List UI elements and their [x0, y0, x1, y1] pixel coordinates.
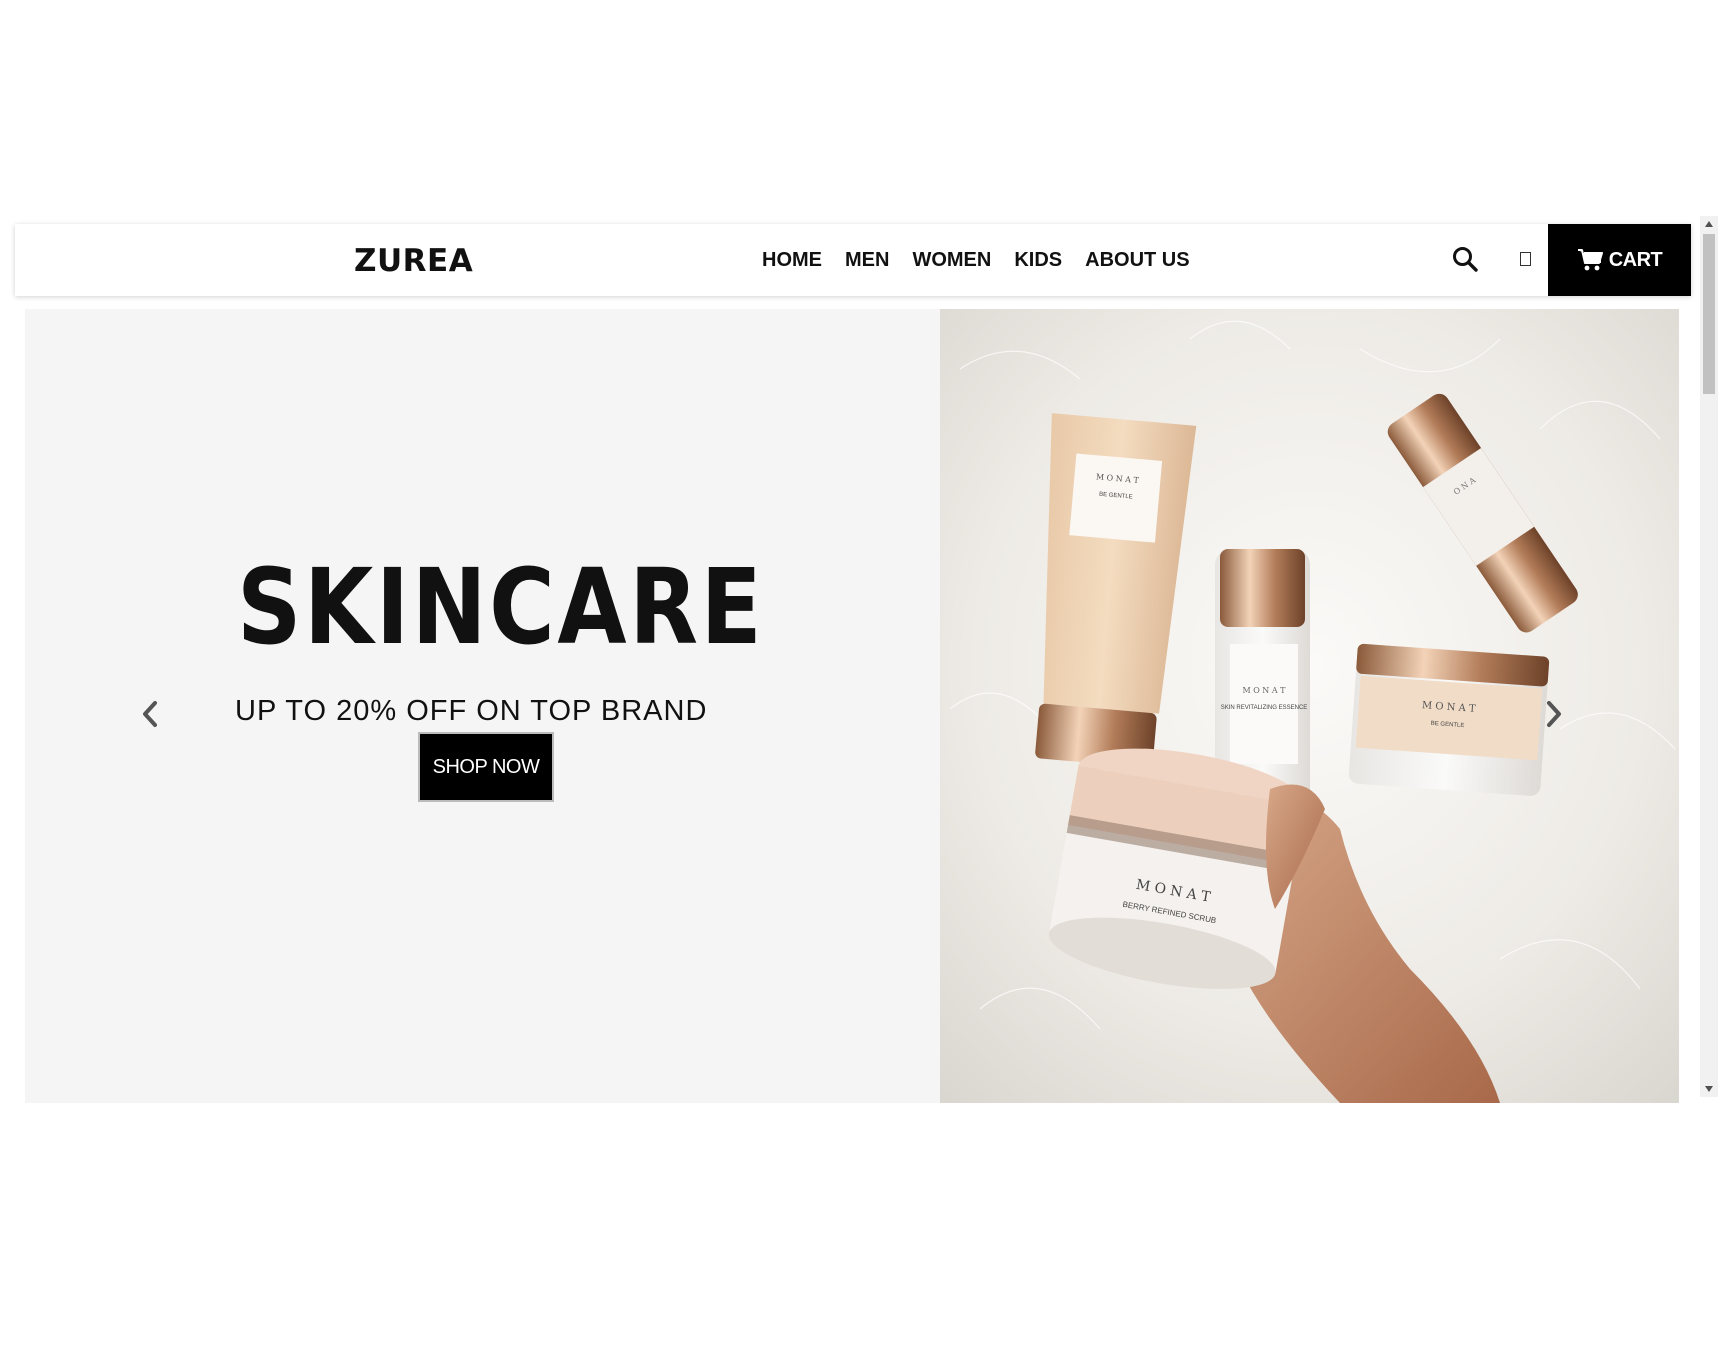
- scroll-up-arrow-icon[interactable]: [1700, 216, 1718, 232]
- page: ZUREA HOME MEN WOMEN KIDS ABOUT US CART …: [0, 0, 1718, 1350]
- nav-about-us[interactable]: ABOUT US: [1085, 249, 1189, 272]
- site-logo[interactable]: ZUREA: [354, 246, 473, 277]
- chevron-right-icon[interactable]: [1542, 699, 1566, 729]
- nav-men[interactable]: MEN: [845, 249, 889, 272]
- main-nav: HOME MEN WOMEN KIDS ABOUT US: [762, 224, 1213, 296]
- page-scrollbar[interactable]: [1700, 216, 1718, 1097]
- nav-kids[interactable]: KIDS: [1014, 249, 1062, 272]
- chevron-left-icon[interactable]: [138, 699, 162, 729]
- user-icon[interactable]: [1520, 252, 1531, 266]
- hero-slider: SKINCARE UP TO 20% OFF ON TOP BRAND SHOP…: [25, 309, 1679, 1103]
- search-icon[interactable]: [1452, 246, 1478, 272]
- bottle-brand: M O N A T: [1242, 686, 1286, 695]
- hero-subtitle: UP TO 20% OFF ON TOP BRAND: [235, 695, 708, 727]
- nav-women[interactable]: WOMEN: [912, 249, 991, 272]
- shop-now-button[interactable]: SHOP NOW: [418, 732, 554, 802]
- site-header: ZUREA HOME MEN WOMEN KIDS ABOUT US CART: [15, 224, 1691, 296]
- bottle-name: SKIN REVITALIZING ESSENCE: [1221, 705, 1308, 711]
- hero-product-image: M O N A T BE GENTLE O N A M O N A T SKIN…: [940, 309, 1679, 1103]
- cart-icon: [1577, 249, 1603, 271]
- scroll-down-arrow-icon[interactable]: [1700, 1081, 1718, 1097]
- hero-title: SKINCARE: [237, 546, 765, 668]
- cart-label: CART: [1608, 248, 1663, 271]
- cart-button[interactable]: CART: [1548, 224, 1691, 296]
- nav-home[interactable]: HOME: [762, 249, 822, 272]
- scroll-thumb[interactable]: [1703, 234, 1715, 394]
